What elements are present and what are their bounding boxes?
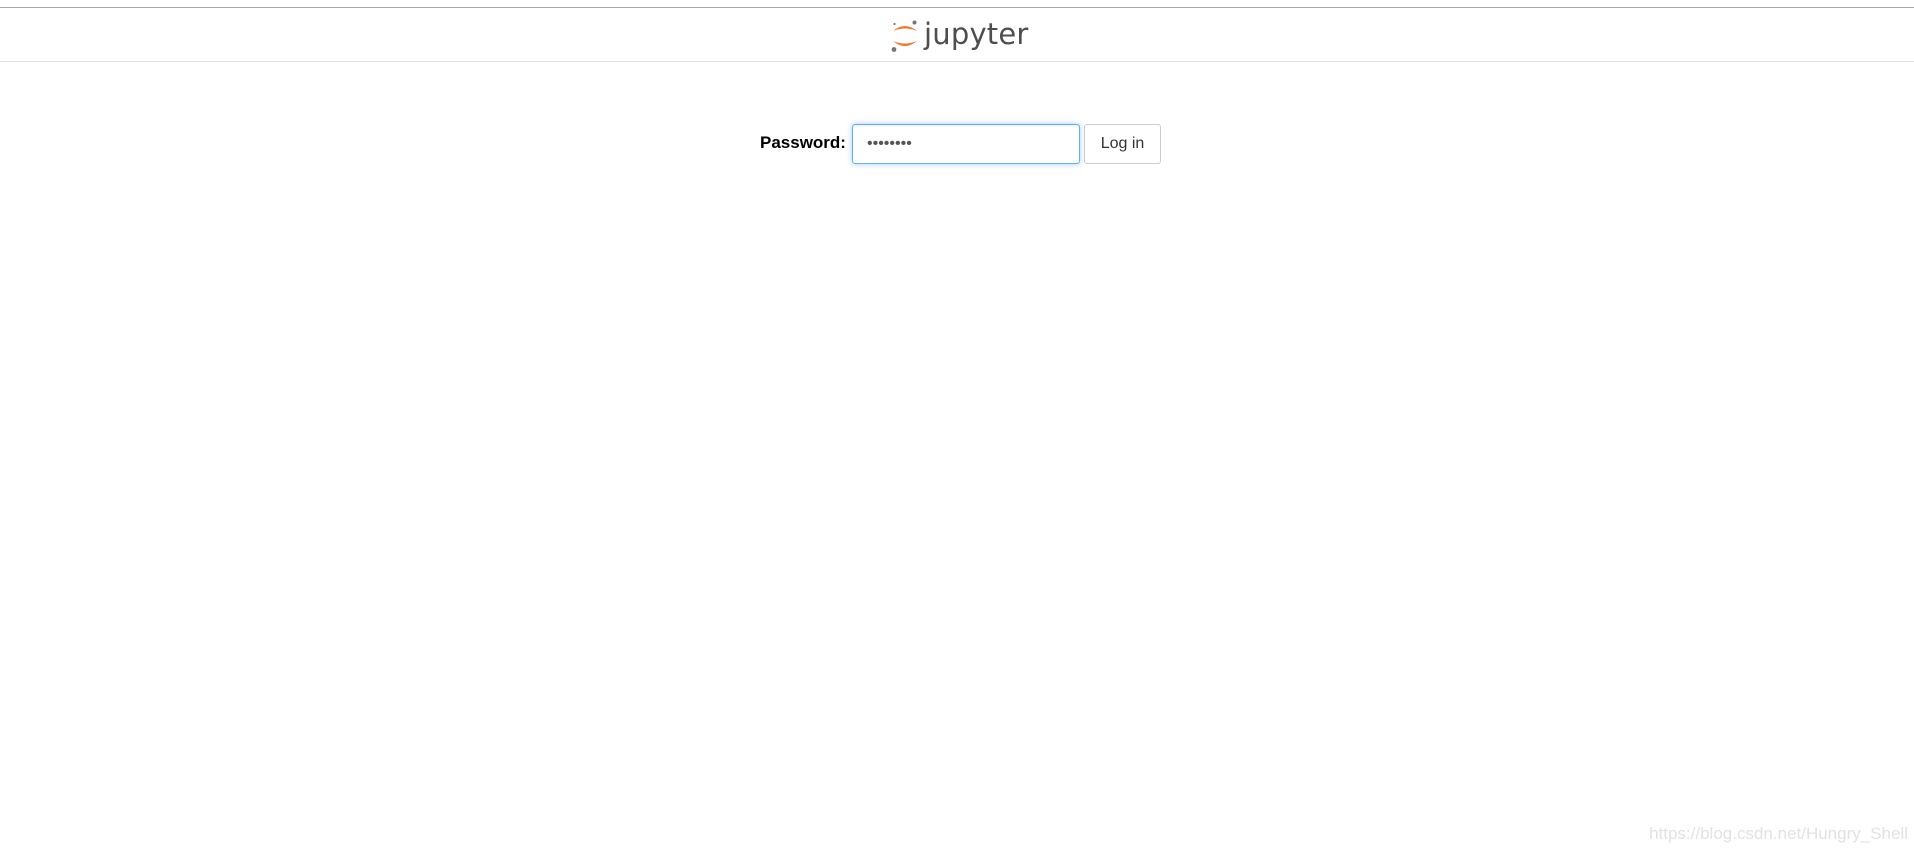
login-page: jupyter Password: Log in https://blog.cs…: [0, 0, 1914, 852]
password-label: Password:: [760, 133, 846, 152]
login-form: Password: Log in: [760, 124, 1161, 164]
top-rule: [0, 0, 1914, 8]
login-button[interactable]: Log in: [1083, 124, 1161, 164]
jupyter-logo[interactable]: jupyter: [890, 17, 1029, 55]
password-input[interactable]: [851, 124, 1080, 164]
logo-text: jupyter: [924, 16, 1029, 51]
jupyter-logo-icon: [891, 20, 917, 52]
watermark: https://blog.csdn.net/Hungry_Shell: [1649, 824, 1908, 843]
site-header: jupyter: [0, 9, 1914, 62]
